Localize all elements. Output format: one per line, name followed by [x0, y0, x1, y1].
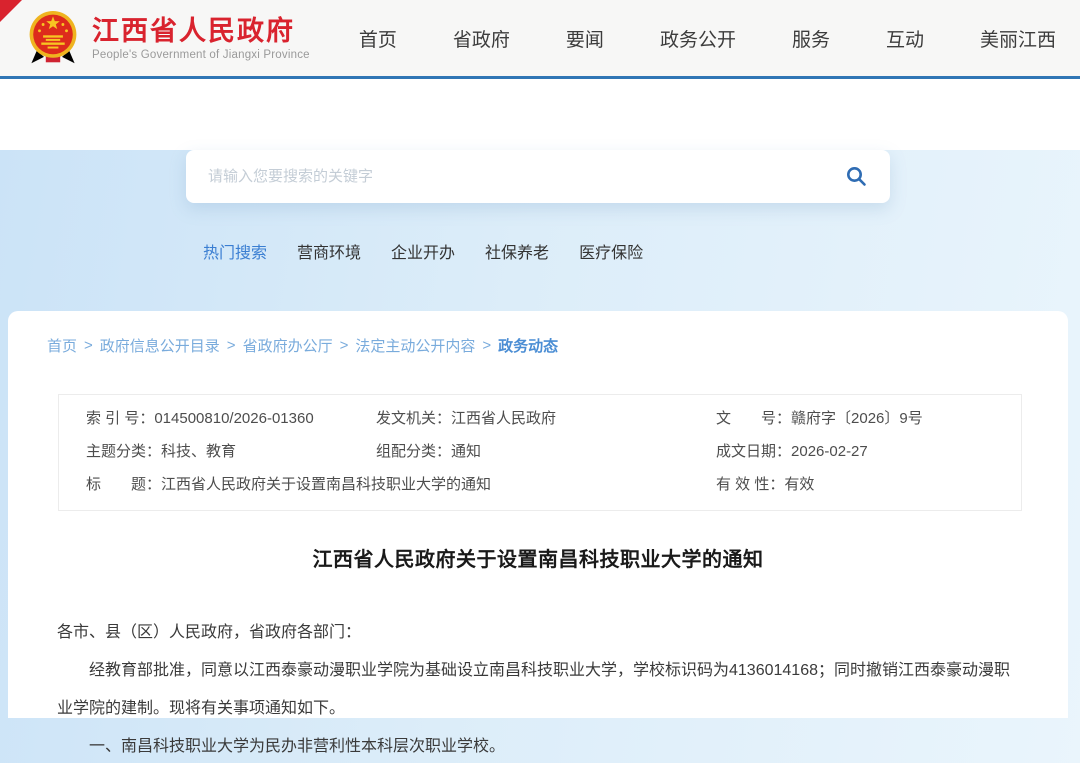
breadcrumb-info-directory[interactable]: 政府信息公开目录	[100, 335, 220, 356]
corner-ribbon-decoration	[0, 0, 22, 22]
hot-search-row: 热门搜索 营商环境 企业开办 社保养老 医疗保险	[203, 239, 1080, 263]
meta-group-category: 组配分类：通知	[376, 441, 716, 462]
main-nav: 首页 省政府 要闻 政务公开 服务 互动 美丽江西	[359, 25, 1080, 52]
hot-link-company-registration[interactable]: 企业开办	[391, 239, 455, 263]
meta-index-number: 索 引 号：014500810/2026-01360	[86, 408, 376, 429]
search-box	[186, 150, 890, 203]
breadcrumb-general-office[interactable]: 省政府办公厅	[243, 335, 333, 356]
body-paragraph: 一、南昌科技职业大学为民办非营利性本科层次职业学校。	[57, 728, 1022, 763]
document-meta-table: 索 引 号：014500810/2026-01360 发文机关：江西省人民政府 …	[58, 394, 1022, 511]
breadcrumb: 首页 > 政府信息公开目录 > 省政府办公厅 > 法定主动公开内容 > 政务动态	[8, 311, 1068, 356]
document-body: 各市、县（区）人民政府，省政府各部门： 经教育部批准，同意以江西泰豪动漫职业学院…	[57, 614, 1022, 763]
hot-link-medical-insurance[interactable]: 医疗保险	[579, 239, 643, 263]
nav-item-news[interactable]: 要闻	[566, 25, 604, 52]
site-logo[interactable]: 江西省人民政府 People's Government of Jiangxi P…	[26, 9, 310, 67]
header-divider	[0, 76, 1080, 79]
nav-item-provincial-government[interactable]: 省政府	[453, 25, 510, 52]
meta-subject-category: 主题分类：科技、教育	[86, 441, 376, 462]
nav-item-government-affairs[interactable]: 政务公开	[660, 25, 736, 52]
breadcrumb-separator: >	[340, 337, 349, 354]
breadcrumb-home[interactable]: 首页	[47, 335, 77, 356]
meta-document-number: 文 号：赣府字〔2026〕9号	[716, 408, 1021, 429]
salutation-paragraph: 各市、县（区）人民政府，省政府各部门：	[57, 614, 1022, 652]
search-input[interactable]	[186, 150, 890, 203]
logo-text: 江西省人民政府 People's Government of Jiangxi P…	[92, 16, 310, 61]
body-paragraph: 经教育部批准，同意以江西泰豪动漫职业学院为基础设立南昌科技职业大学，学校标识码为…	[57, 652, 1022, 728]
banner-background: 热门搜索 营商环境 企业开办 社保养老 医疗保险 首页 > 政府信息公开目录 >…	[0, 150, 1080, 763]
meta-issue-date: 成文日期：2026-02-27	[716, 441, 1021, 462]
breadcrumb-statutory-disclosure[interactable]: 法定主动公开内容	[355, 335, 475, 356]
meta-validity: 有 效 性：有效	[716, 474, 1021, 495]
site-title: 江西省人民政府	[92, 16, 310, 46]
nav-item-beautiful-jiangxi[interactable]: 美丽江西	[980, 25, 1056, 52]
breadcrumb-separator: >	[227, 337, 236, 354]
meta-issuing-authority: 发文机关：江西省人民政府	[376, 408, 716, 429]
site-subtitle: People's Government of Jiangxi Province	[92, 49, 310, 61]
breadcrumb-separator: >	[84, 337, 93, 354]
hot-link-social-security[interactable]: 社保养老	[485, 239, 549, 263]
national-emblem-icon	[26, 9, 80, 67]
site-header: 江西省人民政府 People's Government of Jiangxi P…	[0, 0, 1080, 76]
breadcrumb-current-page: 政务动态	[498, 335, 558, 356]
content-card: 首页 > 政府信息公开目录 > 省政府办公厅 > 法定主动公开内容 > 政务动态…	[8, 311, 1068, 718]
document-title: 江西省人民政府关于设置南昌科技职业大学的通知	[8, 543, 1068, 572]
nav-item-interaction[interactable]: 互动	[886, 25, 924, 52]
hot-search-label: 热门搜索	[203, 239, 267, 263]
hot-link-business-environment[interactable]: 营商环境	[297, 239, 361, 263]
meta-title: 标 题：江西省人民政府关于设置南昌科技职业大学的通知	[86, 474, 716, 495]
nav-item-services[interactable]: 服务	[792, 25, 830, 52]
breadcrumb-separator: >	[482, 337, 491, 354]
nav-item-home[interactable]: 首页	[359, 25, 397, 52]
search-icon[interactable]	[844, 164, 868, 188]
